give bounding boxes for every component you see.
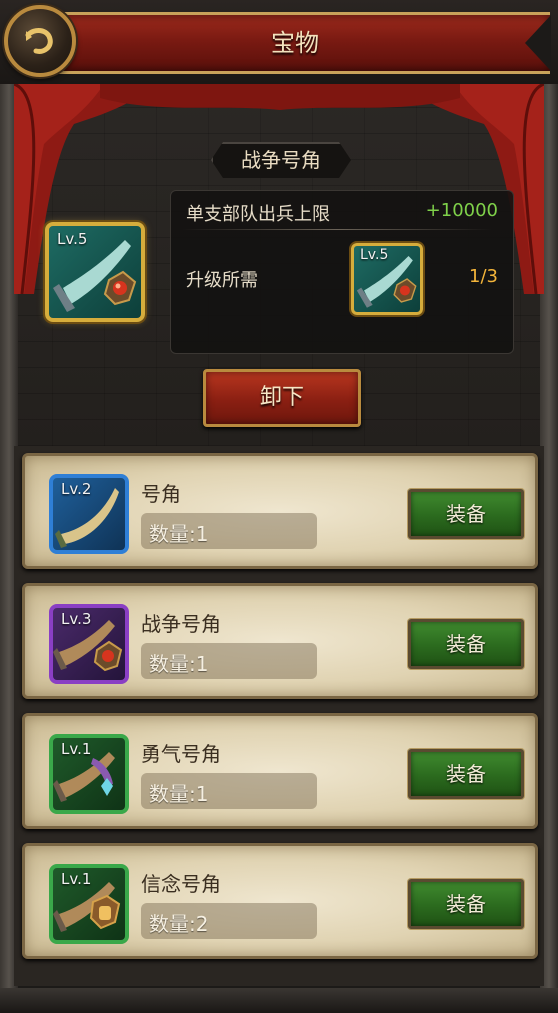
equip-button[interactable]: 装备 [408, 879, 524, 929]
list-item: Lv.2 号角 数量:1 装备 [22, 453, 538, 569]
upgrade-count: 1/3 [469, 266, 498, 287]
item-icon-slot[interactable]: Lv.2 [49, 474, 129, 554]
item-level: Lv.3 [61, 610, 92, 628]
item-icon-slot[interactable]: Lv.1 [49, 734, 129, 814]
back-button[interactable] [4, 5, 76, 77]
title-banner: 宝物 [40, 12, 551, 74]
top-drape [100, 84, 460, 110]
selected-item-name: 战争号角 [241, 148, 321, 172]
item-quantity: 数量:2 [149, 912, 209, 936]
item-icon-slot[interactable]: Lv.3 [49, 604, 129, 684]
item-name: 战争号角 [141, 612, 221, 636]
item-name: 信念号角 [141, 872, 221, 896]
list-item: Lv.1 勇气号角 数量:1 装备 [22, 713, 538, 829]
item-quantity: 数量:1 [149, 782, 209, 806]
stat-label: 单支部队出兵上限 [186, 204, 330, 225]
page-title: 宝物 [271, 29, 319, 57]
upgrade-label: 升级所需 [186, 270, 258, 291]
equip-button[interactable]: 装备 [408, 489, 524, 539]
item-quantity: 数量:1 [149, 522, 209, 546]
item-name: 勇气号角 [141, 742, 221, 766]
list-item: Lv.3 战争号角 数量:1 装备 [22, 583, 538, 699]
upgrade-required-item[interactable]: Lv.5 [351, 243, 423, 315]
header-bar: 宝物 [0, 0, 558, 84]
back-arrow-icon [25, 28, 53, 54]
info-divider [182, 229, 492, 230]
upgrade-item-level: Lv.5 [360, 247, 389, 263]
unequip-button[interactable]: 卸下 [203, 369, 361, 427]
equip-button[interactable]: 装备 [408, 749, 524, 799]
selected-item-level: Lv.5 [57, 230, 88, 248]
item-icon-slot[interactable]: Lv.1 [49, 864, 129, 944]
item-quantity: 数量:1 [149, 652, 209, 676]
bottom-frame [0, 988, 558, 1013]
selected-item-slot[interactable]: Lv.5 [45, 222, 145, 322]
item-level: Lv.2 [61, 480, 92, 498]
item-name: 号角 [141, 482, 181, 506]
list-item: Lv.1 信念号角 数量:2 装备 [22, 843, 538, 959]
stat-value: +10000 [425, 200, 498, 221]
item-level: Lv.1 [61, 740, 92, 758]
equip-button[interactable]: 装备 [408, 619, 524, 669]
item-level: Lv.1 [61, 870, 92, 888]
